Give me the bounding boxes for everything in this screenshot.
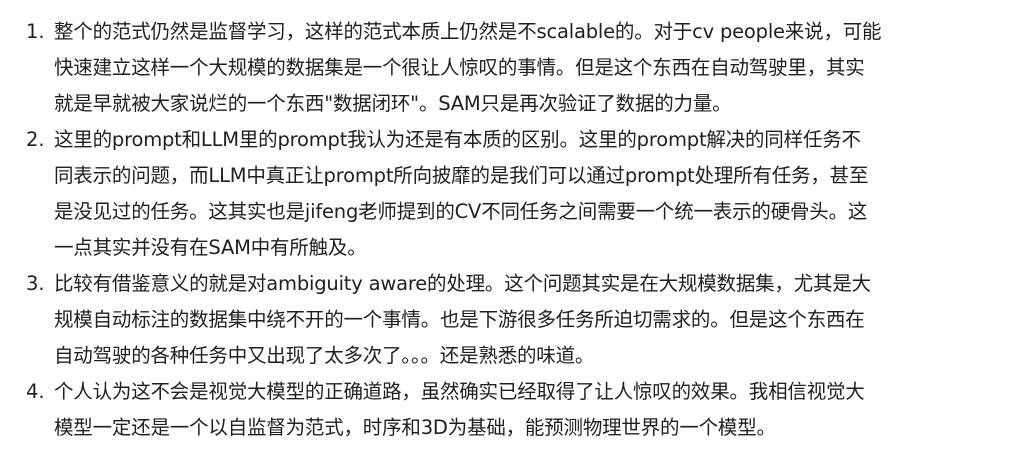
text-line: 比较有借鉴意义的就是对ambiguity aware的处理。这个问题其实是在大规…: [54, 272, 871, 295]
list-item-text: 整个的范式仍然是监督学习，这样的范式本质上仍然是不scalable的。对于cv …: [54, 14, 1007, 122]
text-line: 这里的prompt和LLM里的prompt我认为还是有本质的区别。这里的prom…: [54, 128, 861, 151]
list-item-text: 比较有借鉴意义的就是对ambiguity aware的处理。这个问题其实是在大规…: [54, 266, 1007, 374]
text-line: 就是早就被大家说烂的一个东西"数据闭环"。SAM只是再次验证了数据的力量。: [54, 92, 732, 115]
list-item-text: 这里的prompt和LLM里的prompt我认为还是有本质的区别。这里的prom…: [54, 122, 1007, 266]
list-item: 3. 比较有借鉴意义的就是对ambiguity aware的处理。这个问题其实是…: [26, 266, 1007, 374]
list-item-number: 4.: [26, 380, 45, 403]
document: 1. 整个的范式仍然是监督学习，这样的范式本质上仍然是不scalable的。对于…: [0, 0, 1019, 458]
text-line: 一点其实并没有在SAM中有所触及。: [54, 236, 367, 259]
numbered-list: 1. 整个的范式仍然是监督学习，这样的范式本质上仍然是不scalable的。对于…: [0, 0, 1019, 446]
text-line: 快速建立这样一个大规模的数据集是一个很让人惊叹的事情。但是这个东西在自动驾驶里，…: [54, 56, 865, 79]
text-line: 规模自动标注的数据集中绕不开的一个事情。也是下游很多任务所迫切需求的。但是这个东…: [54, 308, 865, 331]
list-item: 1. 整个的范式仍然是监督学习，这样的范式本质上仍然是不scalable的。对于…: [26, 14, 1007, 122]
list-item-number: 3.: [26, 272, 45, 295]
list-item-text: 个人认为这不会是视觉大模型的正确道路，虽然确实已经取得了让人惊叹的效果。我相信视…: [54, 374, 1007, 446]
text-line: 是没见过的任务。这其实也是jifeng老师提到的CV不同任务之间需要一个统一表示…: [54, 200, 868, 223]
text-line: 自动驾驶的各种任务中又出现了太多次了。。。还是熟悉的味道。: [54, 344, 595, 367]
text-line: 同表示的问题，而LLM中真正让prompt所向披靡的是我们可以通过prompt处…: [54, 164, 869, 187]
list-item-number: 2.: [26, 128, 45, 151]
list-item: 2. 这里的prompt和LLM里的prompt我认为还是有本质的区别。这里的p…: [26, 122, 1007, 266]
text-line: 模型一定还是一个以自监督为范式，时序和3D为基础，能预测物理世界的一个模型。: [54, 416, 776, 439]
text-line: 个人认为这不会是视觉大模型的正确道路，虽然确实已经取得了让人惊叹的效果。我相信视…: [54, 380, 865, 403]
list-item: 4. 个人认为这不会是视觉大模型的正确道路，虽然确实已经取得了让人惊叹的效果。我…: [26, 374, 1007, 446]
text-line: 整个的范式仍然是监督学习，这样的范式本质上仍然是不scalable的。对于cv …: [54, 20, 882, 43]
list-item-number: 1.: [26, 20, 45, 43]
